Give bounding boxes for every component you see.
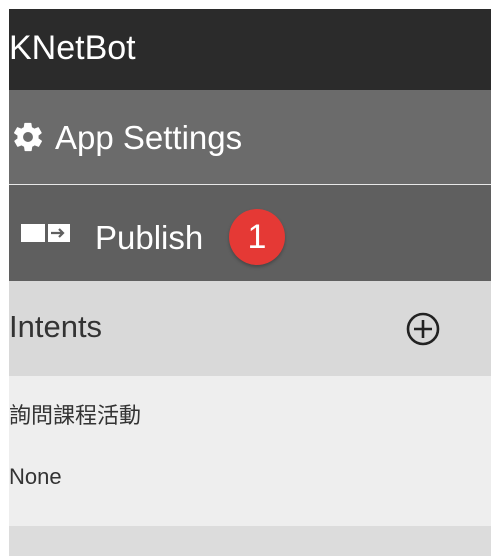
gear-icon [11,120,45,154]
intent-item-label: 詢問課程活動 [9,403,142,428]
intents-title: Intents [9,308,103,344]
add-intent-button[interactable] [403,309,443,349]
app-title: KNetBot [9,28,136,67]
sidebar-footer [9,526,491,556]
publish-arrow-icon [21,222,71,244]
nav-item-publish[interactable]: Publish 1 [9,185,491,281]
intent-item[interactable]: 詢問課程活動 [9,384,491,444]
notification-badge: 1 [229,209,285,265]
nav-item-app-settings[interactable]: App Settings [9,90,491,185]
intent-item-label: None [9,464,62,489]
app-header: KNetBot [9,9,491,90]
intents-header: Intents [9,281,491,376]
sidebar: KNetBot App Settings Publish 1 Intents 詢… [9,9,491,556]
nav-item-label: Publish [95,218,204,256]
intent-item[interactable]: None [9,444,491,510]
circle-plus-icon [406,312,440,345]
nav-item-label: App Settings [55,118,243,156]
intent-list: 詢問課程活動 None [9,376,491,526]
